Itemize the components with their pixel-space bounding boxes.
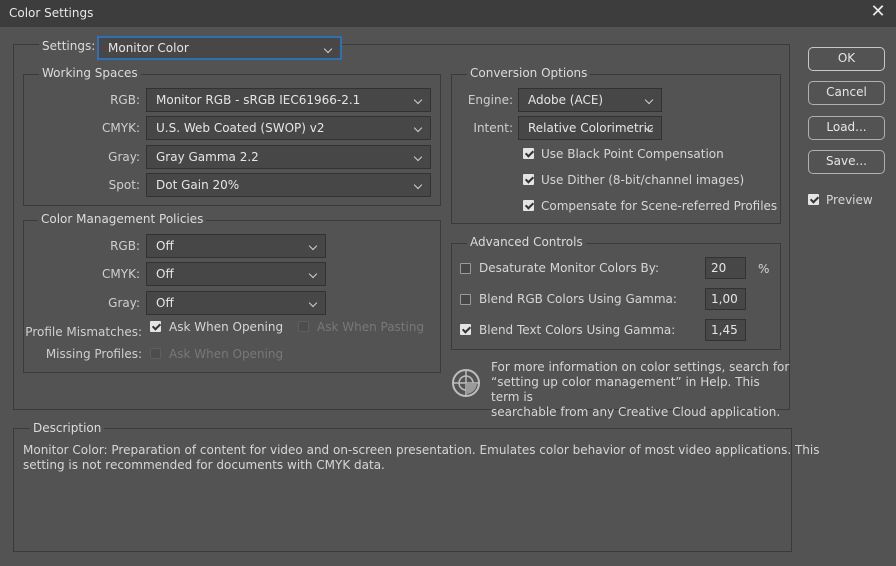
ws-gray-label: Gray:: [108, 150, 140, 164]
engine-dropdown[interactable]: Adobe (ACE): [518, 88, 662, 112]
intent-dropdown[interactable]: Relative Colorimetric: [518, 116, 662, 140]
color-wheel-icon: [451, 368, 481, 398]
policies-title: Color Management Policies: [38, 212, 207, 226]
ask-when-pasting-label: Ask When Pasting: [317, 320, 425, 334]
missing-ask-when-opening-checkbox[interactable]: [150, 348, 161, 359]
missing-profiles-label: Missing Profiles:: [45, 347, 142, 361]
policy-rgb-label: RGB:: [110, 239, 140, 253]
ws-cmyk-value: U.S. Web Coated (SWOP) v2: [156, 121, 325, 135]
ws-rgb-value: Monitor RGB - sRGB IEC61966-2.1: [156, 93, 361, 107]
close-icon[interactable]: ✕: [868, 2, 888, 22]
policy-cmyk-value: Off: [156, 267, 174, 281]
intent-value: Relative Colorimetric: [528, 121, 654, 135]
chevron-down-icon: [324, 38, 334, 58]
chevron-down-icon: [645, 89, 655, 111]
blend-rgb-checkbox[interactable]: [460, 294, 471, 305]
description-text: Monitor Color: Preparation of content fo…: [23, 443, 820, 473]
settings-value: Monitor Color: [108, 41, 189, 55]
window-title: Color Settings: [9, 6, 94, 20]
scene-referred-checkbox[interactable]: [523, 200, 534, 211]
chevron-down-icon: [414, 174, 424, 196]
chevron-down-icon: [645, 117, 655, 139]
ws-rgb-label: RGB:: [110, 93, 140, 107]
black-point-checkbox[interactable]: [523, 148, 534, 159]
profile-mismatches-label: Profile Mismatches:: [25, 325, 142, 339]
ws-cmyk-dropdown[interactable]: U.S. Web Coated (SWOP) v2: [146, 116, 431, 140]
policy-gray-value: Off: [156, 296, 174, 310]
ask-when-pasting-checkbox[interactable]: [298, 321, 309, 332]
policy-rgb-value: Off: [156, 239, 174, 253]
scene-referred-label: Compensate for Scene-referred Profiles: [541, 199, 778, 213]
ws-spot-value: Dot Gain 20%: [156, 178, 240, 192]
cancel-button[interactable]: Cancel: [808, 81, 885, 105]
missing-ask-when-opening-label: Ask When Opening: [169, 347, 284, 361]
preview-checkbox[interactable]: [808, 194, 819, 205]
desaturate-input[interactable]: 20: [705, 257, 746, 279]
blend-text-label: Blend Text Colors Using Gamma:: [479, 323, 676, 337]
chevron-down-icon: [414, 89, 424, 111]
policy-cmyk-label: CMYK:: [102, 267, 140, 281]
dither-checkbox[interactable]: [523, 174, 534, 185]
info-line-3: searchable from any Creative Cloud appli…: [491, 405, 781, 419]
black-point-label: Use Black Point Compensation: [541, 147, 724, 161]
settings-label: Settings:: [39, 39, 99, 53]
ws-spot-label: Spot:: [108, 178, 140, 192]
policy-gray-dropdown[interactable]: Off: [146, 291, 326, 315]
policy-cmyk-dropdown[interactable]: Off: [146, 262, 326, 286]
description-line-1: Monitor Color: Preparation of content fo…: [23, 443, 820, 457]
settings-dropdown[interactable]: Monitor Color: [97, 36, 342, 60]
load-button[interactable]: Load...: [808, 116, 885, 140]
ws-spot-dropdown[interactable]: Dot Gain 20%: [146, 173, 431, 197]
title-bar: [0, 0, 896, 27]
chevron-down-icon: [309, 235, 319, 257]
chevron-down-icon: [309, 263, 319, 285]
chevron-down-icon: [414, 146, 424, 168]
blend-text-input[interactable]: 1,45: [705, 319, 746, 341]
ask-when-opening-label: Ask When Opening: [169, 320, 284, 334]
intent-label: Intent:: [473, 121, 513, 135]
ask-when-opening-checkbox[interactable]: [150, 321, 161, 332]
engine-label: Engine:: [467, 93, 513, 107]
advanced-title: Advanced Controls: [467, 235, 586, 249]
info-line-2: “setting up color management” in Help. T…: [491, 375, 760, 404]
desaturate-label: Desaturate Monitor Colors By:: [479, 261, 660, 275]
ws-gray-dropdown[interactable]: Gray Gamma 2.2: [146, 145, 431, 169]
conversion-title: Conversion Options: [467, 66, 591, 80]
engine-value: Adobe (ACE): [528, 93, 604, 107]
description-title: Description: [30, 421, 105, 435]
chevron-down-icon: [309, 292, 319, 314]
info-line-1: For more information on color settings, …: [491, 360, 790, 374]
ws-cmyk-label: CMYK:: [102, 121, 140, 135]
dither-label: Use Dither (8-bit/channel images): [541, 173, 745, 187]
blend-rgb-label: Blend RGB Colors Using Gamma:: [479, 292, 677, 306]
save-button[interactable]: Save...: [808, 150, 885, 174]
ok-button[interactable]: OK: [808, 47, 885, 71]
working-spaces-title: Working Spaces: [39, 66, 141, 80]
blend-rgb-input[interactable]: 1,00: [705, 288, 746, 310]
info-text: For more information on color settings, …: [491, 360, 791, 420]
blend-text-checkbox[interactable]: [460, 324, 471, 335]
description-line-2: setting is not recommended for documents…: [23, 458, 385, 472]
preview-label: Preview: [826, 193, 873, 207]
policy-rgb-dropdown[interactable]: Off: [146, 234, 326, 258]
desaturate-unit: %: [758, 262, 770, 276]
desaturate-checkbox[interactable]: [460, 263, 471, 274]
ws-gray-value: Gray Gamma 2.2: [156, 150, 259, 164]
ws-rgb-dropdown[interactable]: Monitor RGB - sRGB IEC61966-2.1: [146, 88, 431, 112]
chevron-down-icon: [414, 117, 424, 139]
policy-gray-label: Gray:: [108, 296, 140, 310]
